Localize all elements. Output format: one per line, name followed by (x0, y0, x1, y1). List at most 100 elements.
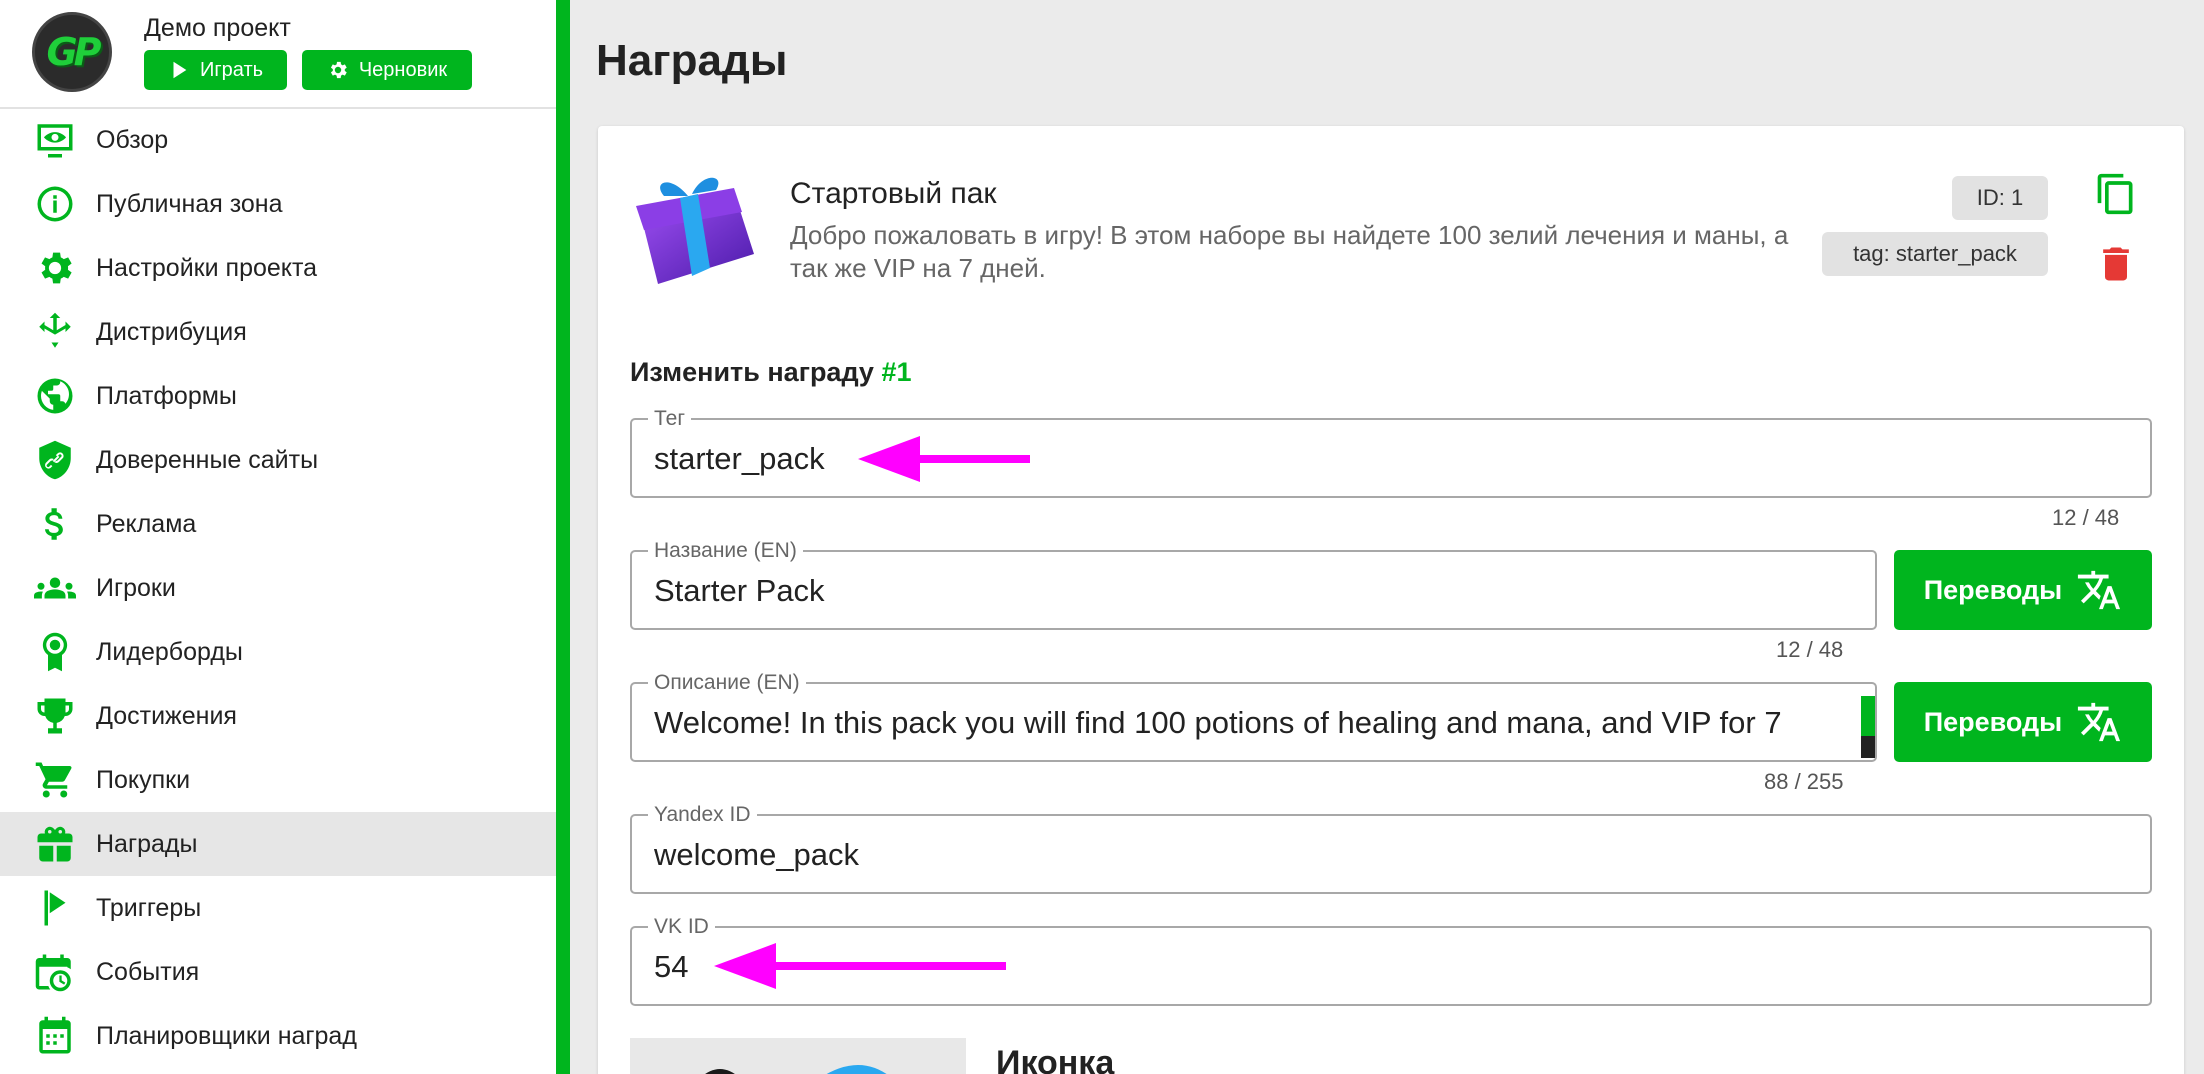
sidebar-item-platforms[interactable]: Платформы (0, 364, 556, 428)
copy-button[interactable] (2092, 170, 2140, 218)
calendar-clock-icon (32, 949, 78, 995)
page-title: Награды (596, 36, 788, 85)
project-name: Демо проект (144, 14, 291, 42)
sidebar-item-label: Лидерборды (96, 637, 243, 666)
name-field[interactable]: Название (EN) Starter Pack (630, 539, 1877, 630)
info-icon (32, 181, 78, 227)
flag-icon (32, 885, 78, 931)
gear-icon (32, 245, 78, 291)
sidebar-item-label: Планировщики наград (96, 1021, 357, 1050)
draft-button-label: Черновик (358, 58, 448, 81)
gift-icon (32, 821, 78, 867)
name-counter: 12 / 48 (1776, 637, 1844, 662)
sidebar-item-label: Обзор (96, 125, 169, 154)
translate-icon (2078, 570, 2121, 610)
tag-chip: tag: starter_pack (1822, 232, 2048, 276)
calendar-icon (32, 1013, 78, 1059)
shield-link-icon (32, 437, 78, 483)
translations-button-label: Переводы (1923, 574, 2063, 605)
award-icon (32, 629, 78, 675)
project-header: GP Демо проект Играть Черновик (0, 0, 556, 109)
vk-id-field-label: VK ID (648, 915, 715, 939)
sidebar-item-distribution[interactable]: Дистрибуция (0, 300, 556, 364)
description-scrollbar[interactable] (1861, 696, 1875, 758)
distribution-icon (32, 309, 78, 355)
id-chip: ID: 1 (1952, 176, 2048, 220)
copy-icon (2097, 173, 2133, 215)
sidebar-item-label: Дистрибуция (96, 317, 247, 346)
description-field-label: Описание (EN) (648, 671, 806, 695)
draft-button[interactable]: Черновик (302, 50, 472, 90)
icon-section-label: Иконка (996, 1044, 1115, 1074)
sidebar-item-label: Платформы (96, 381, 237, 410)
sidebar-item-label: Доверенные сайты (96, 445, 319, 474)
trophy-icon (32, 693, 78, 739)
dollar-icon (32, 501, 78, 547)
sidebar-item-public-zone[interactable]: Публичная зона (0, 172, 556, 236)
reward-description: Добро пожаловать в игру! В этом наборе в… (790, 220, 1789, 283)
description-translations-button[interactable]: Переводы (1894, 682, 2152, 762)
sidebar-item-label: Триггеры (96, 893, 202, 922)
sidebar-item-purchases[interactable]: Покупки (0, 748, 556, 812)
play-button-label: Играть (199, 58, 264, 81)
sidebar-item-label: Игроки (96, 573, 176, 602)
sidebar-item-trusted-sites[interactable]: Доверенные сайты (0, 428, 556, 492)
delete-button[interactable] (2092, 240, 2140, 288)
sidebar-item-label: Покупки (96, 765, 191, 794)
sidebar-item-players[interactable]: Игроки (0, 556, 556, 620)
eye-icon (32, 117, 78, 163)
tag-field-value[interactable]: starter_pack (654, 441, 825, 477)
sidebar-item-label: Реклама (96, 509, 197, 538)
yandex-id-field-label: Yandex ID (648, 803, 757, 827)
users-icon (32, 565, 78, 611)
sidebar-item-label: События (96, 957, 200, 986)
sidebar-item-label: Публичная зона (96, 189, 283, 218)
sidebar-item-label: Достижения (96, 701, 237, 730)
annotation-arrow (858, 436, 1030, 482)
sidebar-item-triggers[interactable]: Триггеры (0, 876, 556, 940)
gear-small-icon (330, 61, 347, 79)
gift-image (636, 177, 754, 284)
edit-heading-number: #1 (881, 357, 912, 387)
yandex-id-field-value[interactable]: welcome_pack (654, 837, 859, 873)
sidebar-item-reward-schedulers[interactable]: Планировщики наград (0, 1004, 556, 1068)
logo-text: GP (46, 30, 101, 74)
sidebar-divider (556, 0, 570, 1074)
description-field[interactable]: Описание (EN) Welcome! In this pack you … (630, 671, 1877, 762)
sidebar-nav: Обзор Публичная зона Настройки проекта Д… (0, 108, 556, 1068)
description-field-value[interactable]: Welcome! In this pack you will find 100 … (654, 705, 1844, 741)
edit-heading-text: Изменить награду (630, 357, 874, 387)
name-translations-button[interactable]: Переводы (1894, 550, 2152, 630)
sidebar-item-achievements[interactable]: Достижения (0, 684, 556, 748)
icon-preview-graphic (705, 1065, 887, 1074)
description-counter: 88 / 255 (1764, 769, 1844, 794)
edit-heading: Изменить награду #1 (630, 357, 912, 388)
sidebar: GP Демо проект Играть Черновик Обзор Пуб… (0, 0, 556, 1074)
play-icon (173, 61, 187, 79)
yandex-id-field[interactable]: Yandex ID welcome_pack (630, 803, 2152, 894)
cart-icon (32, 757, 78, 803)
vk-id-field-value[interactable]: 54 (654, 949, 688, 985)
sidebar-item-leaderboards[interactable]: Лидерборды (0, 620, 556, 684)
reward-name: Стартовый пак (790, 177, 997, 210)
translations-button-label: Переводы (1923, 706, 2063, 737)
tag-counter: 12 / 48 (2052, 505, 2120, 530)
icon-preview-image[interactable] (630, 1038, 966, 1074)
sidebar-item-label: Награды (96, 829, 198, 858)
sidebar-item-label: Настройки проекта (96, 253, 318, 282)
translate-icon (2078, 702, 2121, 742)
name-field-value[interactable]: Starter Pack (654, 573, 825, 609)
sidebar-item-project-settings[interactable]: Настройки проекта (0, 236, 556, 300)
globe-icon (32, 373, 78, 419)
play-button[interactable]: Играть (144, 50, 287, 90)
trash-icon (2103, 247, 2129, 281)
scrollbar-thumb[interactable] (1861, 696, 1875, 736)
annotation-arrow (714, 943, 1006, 989)
sidebar-item-ads[interactable]: Реклама (0, 492, 556, 556)
name-field-label: Название (EN) (648, 539, 803, 563)
tag-field-label: Тег (648, 407, 691, 431)
project-logo[interactable]: GP (32, 12, 112, 92)
sidebar-item-rewards[interactable]: Награды (0, 812, 556, 876)
sidebar-item-events[interactable]: События (0, 940, 556, 1004)
sidebar-item-overview[interactable]: Обзор (0, 108, 556, 172)
